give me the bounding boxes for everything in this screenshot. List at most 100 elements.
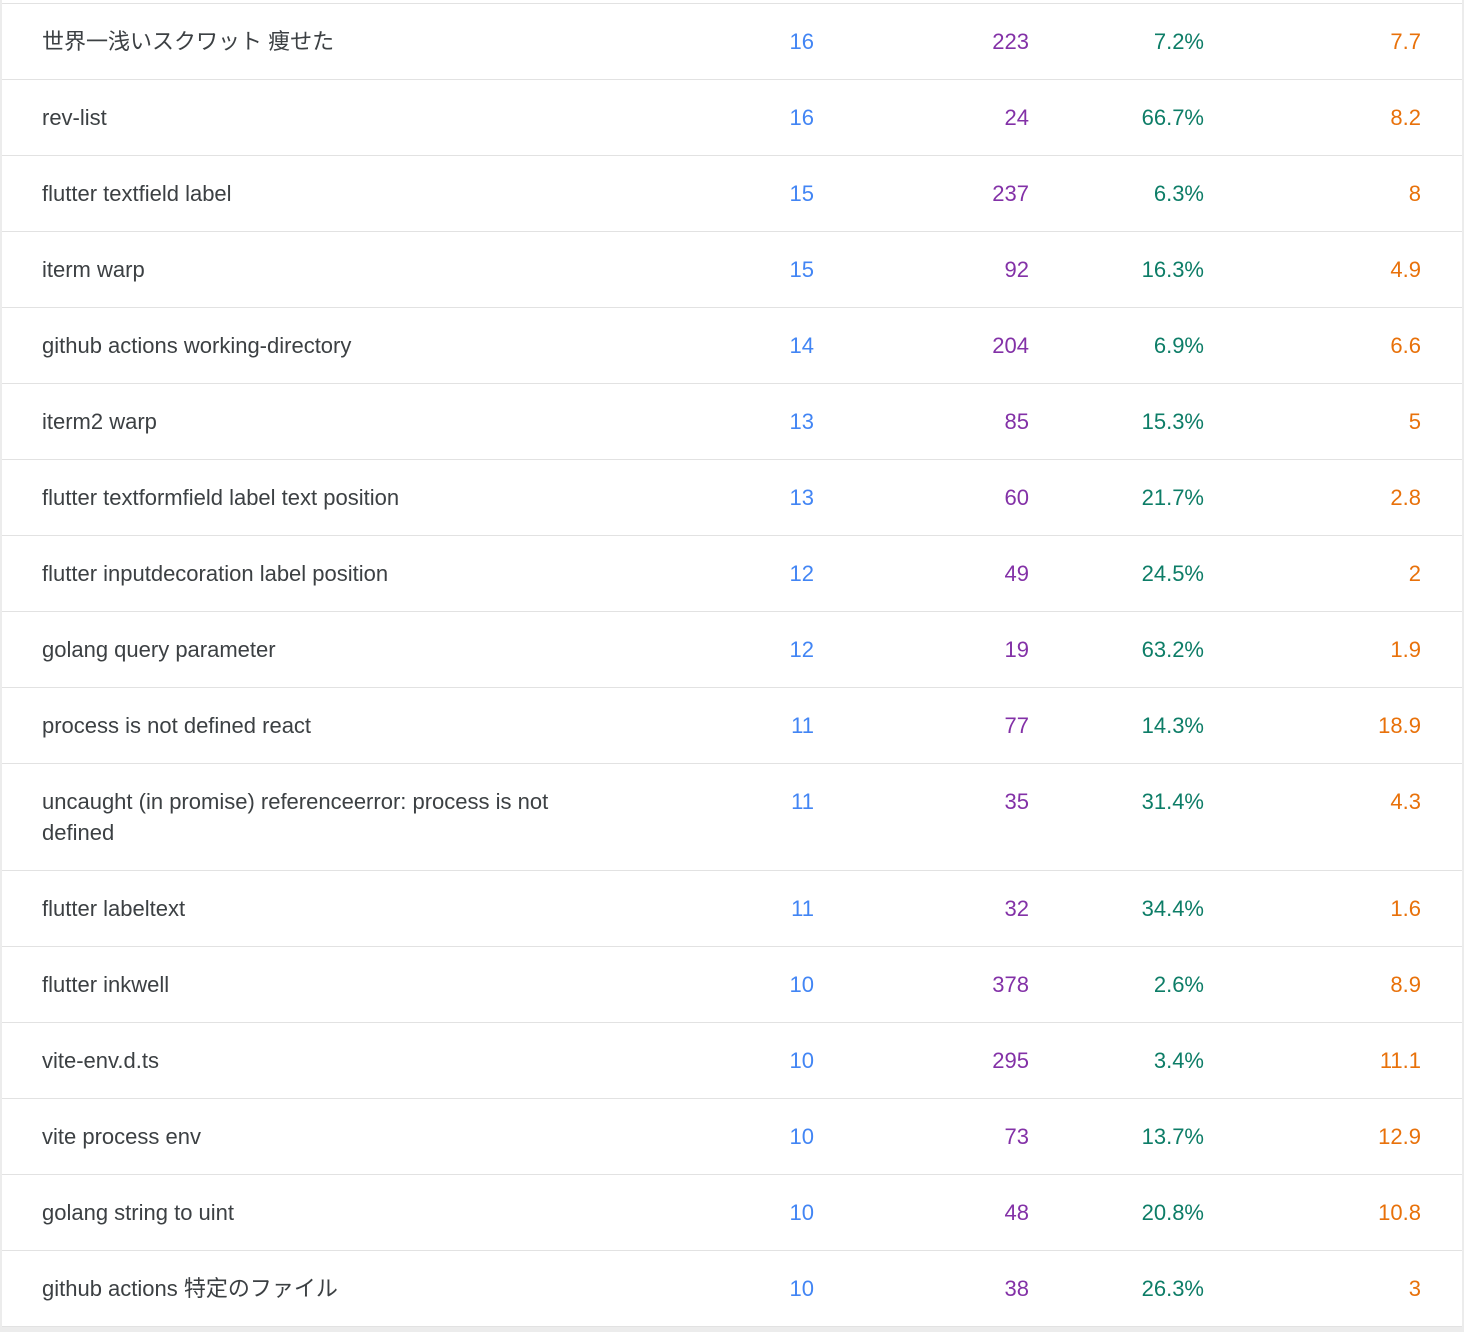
position-value: 2 bbox=[1204, 558, 1421, 589]
table-row[interactable]: github actions 特定のファイル 10 38 26.3% 3 bbox=[2, 1251, 1462, 1327]
impressions-value: 204 bbox=[814, 330, 1029, 361]
ctr-value: 6.3% bbox=[1029, 178, 1204, 209]
position-value: 5 bbox=[1204, 406, 1421, 437]
clicks-value: 11 bbox=[718, 786, 814, 817]
query-label[interactable]: golang query parameter bbox=[42, 634, 718, 665]
query-label[interactable]: flutter textfield label bbox=[42, 178, 718, 209]
position-value: 12.9 bbox=[1204, 1121, 1421, 1152]
table-row[interactable]: github actions working-directory 14 204 … bbox=[2, 308, 1462, 384]
table-row[interactable]: flutter inputdecoration label position 1… bbox=[2, 536, 1462, 612]
query-label[interactable]: flutter inputdecoration label position bbox=[42, 558, 718, 589]
clicks-value: 15 bbox=[718, 254, 814, 285]
impressions-value: 223 bbox=[814, 26, 1029, 57]
clicks-value: 10 bbox=[718, 1121, 814, 1152]
position-value: 11.1 bbox=[1204, 1045, 1421, 1076]
ctr-value: 26.3% bbox=[1029, 1273, 1204, 1304]
query-label[interactable]: vite-env.d.ts bbox=[42, 1045, 718, 1076]
impressions-value: 85 bbox=[814, 406, 1029, 437]
position-value: 1.9 bbox=[1204, 634, 1421, 665]
impressions-value: 237 bbox=[814, 178, 1029, 209]
clicks-value: 12 bbox=[718, 634, 814, 665]
clicks-value: 14 bbox=[718, 330, 814, 361]
query-label[interactable]: flutter textformfield label text positio… bbox=[42, 482, 718, 513]
impressions-value: 24 bbox=[814, 102, 1029, 133]
query-label[interactable]: flutter inkwell bbox=[42, 969, 718, 1000]
ctr-value: 6.9% bbox=[1029, 330, 1204, 361]
table-row[interactable]: iterm2 warp 13 85 15.3% 5 bbox=[2, 384, 1462, 460]
query-label[interactable]: github actions working-directory bbox=[42, 330, 718, 361]
position-value: 8.2 bbox=[1204, 102, 1421, 133]
ctr-value: 14.3% bbox=[1029, 710, 1204, 741]
position-value: 7.7 bbox=[1204, 26, 1421, 57]
ctr-value: 20.8% bbox=[1029, 1197, 1204, 1228]
query-label[interactable]: iterm2 warp bbox=[42, 406, 718, 437]
ctr-value: 13.7% bbox=[1029, 1121, 1204, 1152]
query-label[interactable]: github actions 特定のファイル bbox=[42, 1273, 718, 1304]
position-value: 4.9 bbox=[1204, 254, 1421, 285]
clicks-value: 11 bbox=[718, 893, 814, 924]
table-row[interactable]: flutter textformfield label text positio… bbox=[2, 460, 1462, 536]
clicks-value: 12 bbox=[718, 558, 814, 589]
clicks-value: 10 bbox=[718, 1273, 814, 1304]
clicks-value: 13 bbox=[718, 406, 814, 437]
impressions-value: 19 bbox=[814, 634, 1029, 665]
table-row[interactable]: golang query parameter 12 19 63.2% 1.9 bbox=[2, 612, 1462, 688]
table-row[interactable]: 世界一浅いスクワット 痩せた 16 223 7.2% 7.7 bbox=[2, 4, 1462, 80]
ctr-value: 63.2% bbox=[1029, 634, 1204, 665]
clicks-value: 16 bbox=[718, 102, 814, 133]
ctr-value: 24.5% bbox=[1029, 558, 1204, 589]
clicks-value: 16 bbox=[718, 26, 814, 57]
query-label[interactable]: flutter labeltext bbox=[42, 893, 718, 924]
impressions-value: 92 bbox=[814, 254, 1029, 285]
query-label[interactable]: rev-list bbox=[42, 102, 718, 133]
position-value: 1.6 bbox=[1204, 893, 1421, 924]
impressions-value: 38 bbox=[814, 1273, 1029, 1304]
position-value: 2.8 bbox=[1204, 482, 1421, 513]
impressions-value: 48 bbox=[814, 1197, 1029, 1228]
position-value: 6.6 bbox=[1204, 330, 1421, 361]
ctr-value: 3.4% bbox=[1029, 1045, 1204, 1076]
ctr-value: 34.4% bbox=[1029, 893, 1204, 924]
clicks-value: 11 bbox=[718, 710, 814, 741]
clicks-value: 10 bbox=[718, 1045, 814, 1076]
impressions-value: 378 bbox=[814, 969, 1029, 1000]
table-row[interactable]: uncaught (in promise) referenceerror: pr… bbox=[2, 764, 1462, 871]
ctr-value: 66.7% bbox=[1029, 102, 1204, 133]
ctr-value: 21.7% bbox=[1029, 482, 1204, 513]
clicks-value: 10 bbox=[718, 1197, 814, 1228]
ctr-value: 2.6% bbox=[1029, 969, 1204, 1000]
table-row[interactable]: rev-list 16 24 66.7% 8.2 bbox=[2, 80, 1462, 156]
search-performance-page: 世界一浅いスクワット 痩せた 16 223 7.2% 7.7 rev-list … bbox=[0, 0, 1464, 1332]
table-row[interactable]: flutter inkwell 10 378 2.6% 8.9 bbox=[2, 947, 1462, 1023]
query-label[interactable]: uncaught (in promise) referenceerror: pr… bbox=[42, 786, 718, 848]
position-value: 8 bbox=[1204, 178, 1421, 209]
table-row[interactable]: flutter textfield label 15 237 6.3% 8 bbox=[2, 156, 1462, 232]
table-row[interactable]: flutter labeltext 11 32 34.4% 1.6 bbox=[2, 871, 1462, 947]
query-label[interactable]: iterm warp bbox=[42, 254, 718, 285]
impressions-value: 77 bbox=[814, 710, 1029, 741]
ctr-value: 16.3% bbox=[1029, 254, 1204, 285]
clicks-value: 13 bbox=[718, 482, 814, 513]
query-label[interactable]: 世界一浅いスクワット 痩せた bbox=[42, 26, 718, 57]
table-row[interactable]: golang string to uint 10 48 20.8% 10.8 bbox=[2, 1175, 1462, 1251]
query-label[interactable]: process is not defined react bbox=[42, 710, 718, 741]
position-value: 8.9 bbox=[1204, 969, 1421, 1000]
table-row[interactable]: vite-env.d.ts 10 295 3.4% 11.1 bbox=[2, 1023, 1462, 1099]
queries-table-card: 世界一浅いスクワット 痩せた 16 223 7.2% 7.7 rev-list … bbox=[2, 0, 1462, 1327]
position-value: 3 bbox=[1204, 1273, 1421, 1304]
position-value: 4.3 bbox=[1204, 786, 1421, 817]
ctr-value: 31.4% bbox=[1029, 786, 1204, 817]
position-value: 18.9 bbox=[1204, 710, 1421, 741]
query-label[interactable]: golang string to uint bbox=[42, 1197, 718, 1228]
ctr-value: 15.3% bbox=[1029, 406, 1204, 437]
impressions-value: 73 bbox=[814, 1121, 1029, 1152]
table-row[interactable]: iterm warp 15 92 16.3% 4.9 bbox=[2, 232, 1462, 308]
impressions-value: 49 bbox=[814, 558, 1029, 589]
position-value: 10.8 bbox=[1204, 1197, 1421, 1228]
clicks-value: 10 bbox=[718, 969, 814, 1000]
impressions-value: 60 bbox=[814, 482, 1029, 513]
query-label[interactable]: vite process env bbox=[42, 1121, 718, 1152]
table-row[interactable]: vite process env 10 73 13.7% 12.9 bbox=[2, 1099, 1462, 1175]
table-row[interactable]: process is not defined react 11 77 14.3%… bbox=[2, 688, 1462, 764]
ctr-value: 7.2% bbox=[1029, 26, 1204, 57]
